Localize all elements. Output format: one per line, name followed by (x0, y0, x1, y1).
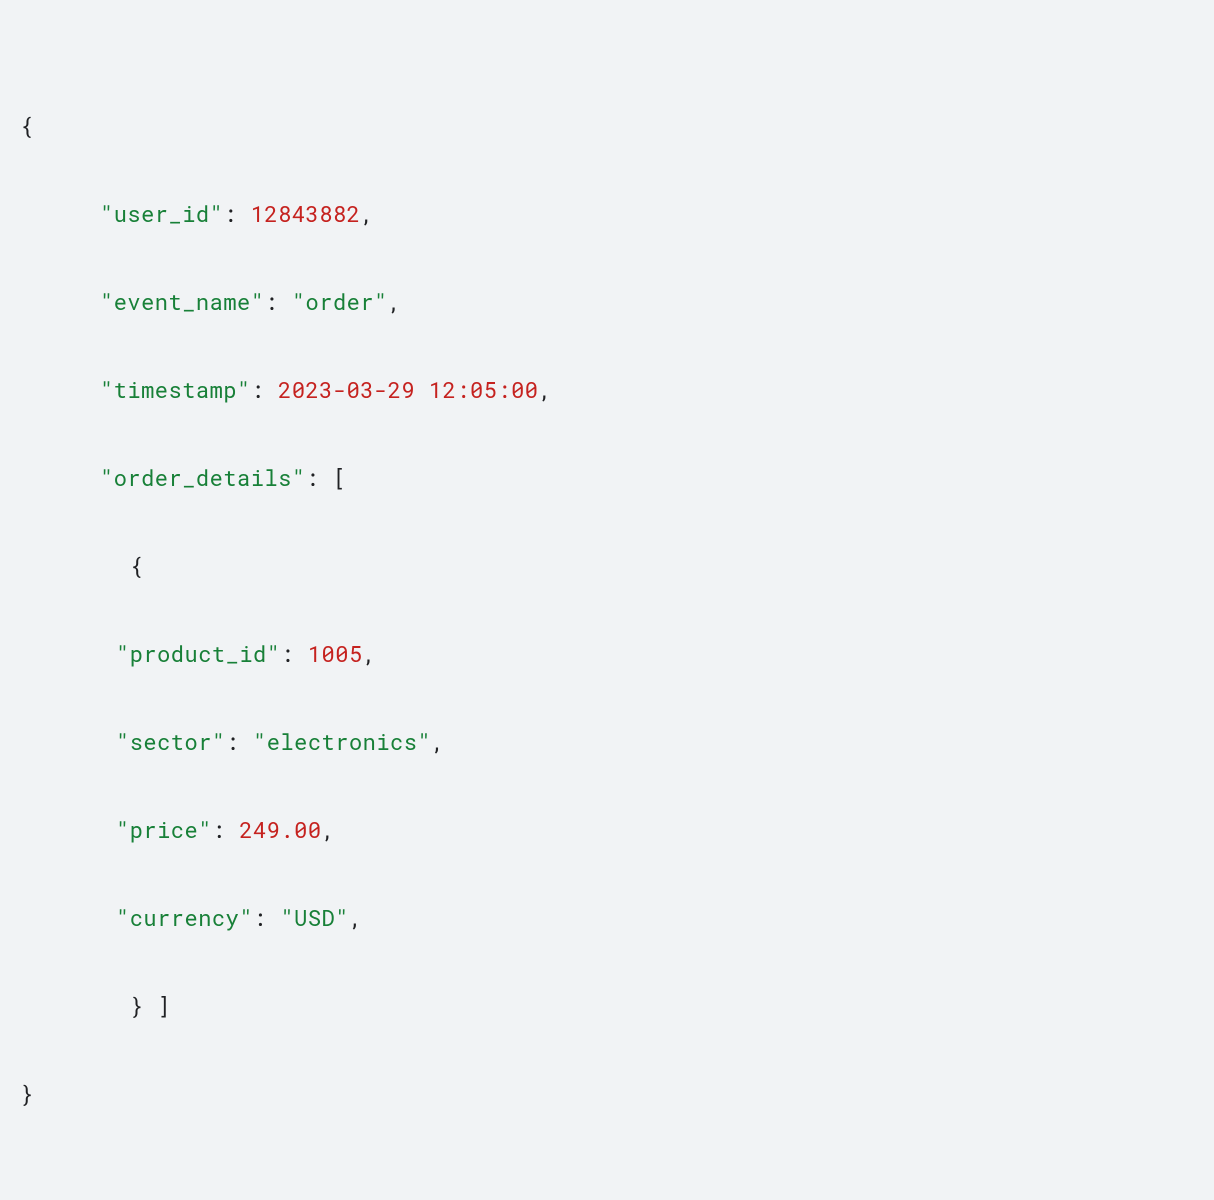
comma: , (363, 639, 377, 668)
colon: : (306, 463, 333, 492)
json-string: "USD" (280, 903, 349, 932)
json-code-block: { "user_id": 12843882, "event_name": "or… (20, 60, 1194, 1160)
colon: : (280, 639, 307, 668)
comma: , (388, 287, 402, 316)
comma: , (538, 375, 552, 404)
json-key: "timestamp" (100, 375, 251, 404)
json-key: "currency" (116, 903, 253, 932)
inner-close: } ] (116, 991, 171, 1020)
colon: : (264, 287, 291, 316)
inner-open-brace: { (116, 551, 143, 580)
json-string: "order" (292, 287, 388, 316)
code-line-timestamp: "timestamp": 2023-03-29 12:05:00, (20, 368, 1194, 412)
comma: , (322, 815, 336, 844)
json-key: "order_details" (100, 463, 306, 492)
colon: : (226, 727, 253, 756)
json-key: "event_name" (100, 287, 264, 316)
close-brace: } (20, 1079, 34, 1108)
json-number: 1005 (308, 639, 363, 668)
code-line-currency: "currency": "USD", (20, 896, 1194, 940)
json-string: "electronics" (253, 727, 431, 756)
json-number: 12843882 (251, 199, 361, 228)
open-bracket: [ (333, 463, 347, 492)
json-key: "price" (116, 815, 212, 844)
code-line-inner-close: } ] (20, 984, 1194, 1028)
code-line-open: { (20, 104, 1194, 148)
colon: : (253, 903, 280, 932)
code-line-user-id: "user_id": 12843882, (20, 192, 1194, 236)
colon: : (223, 199, 250, 228)
comma: , (360, 199, 374, 228)
colon: : (212, 815, 239, 844)
code-line-order-details: "order_details": [ (20, 456, 1194, 500)
code-line-inner-open: { (20, 544, 1194, 588)
comma: , (349, 903, 363, 932)
json-key: "product_id" (116, 639, 280, 668)
code-line-event-name: "event_name": "order", (20, 280, 1194, 324)
code-line-product-id: "product_id": 1005, (20, 632, 1194, 676)
json-key: "sector" (116, 727, 226, 756)
open-brace: { (20, 111, 34, 140)
code-line-price: "price": 249.00, (20, 808, 1194, 852)
json-key: "user_id" (100, 199, 223, 228)
json-number: 249.00 (239, 815, 321, 844)
colon: : (251, 375, 278, 404)
comma: , (431, 727, 445, 756)
code-line-sector: "sector": "electronics", (20, 720, 1194, 764)
code-line-close: } (20, 1072, 1194, 1116)
json-value: 2023-03-29 12:05:00 (278, 375, 538, 404)
